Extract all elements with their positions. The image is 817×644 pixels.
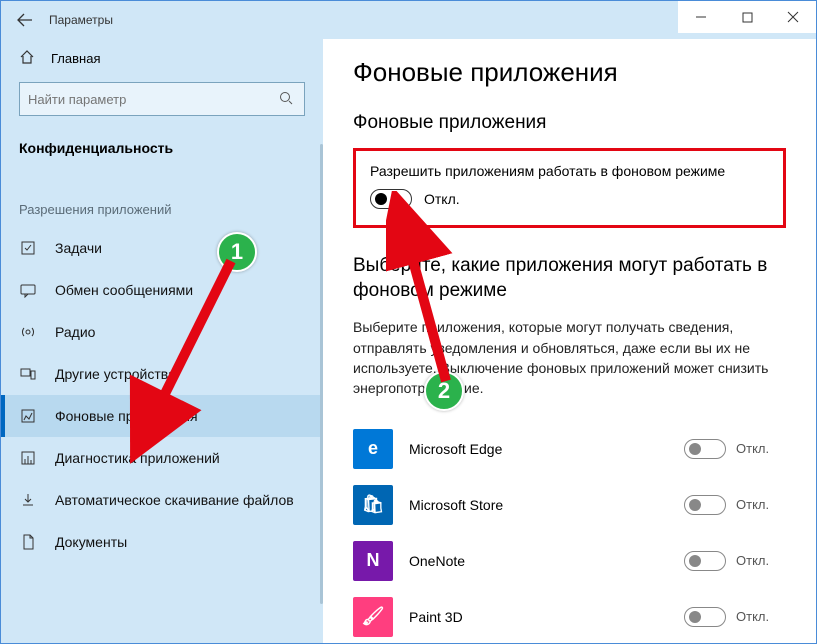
sidebar: Главная Конфиденциальность Разрешения пр…: [1, 39, 323, 643]
app-icon: 🛍: [353, 485, 393, 525]
sidebar-item-label: Фоновые приложения: [55, 408, 198, 424]
documents-icon: [19, 533, 37, 551]
body: Главная Конфиденциальность Разрешения пр…: [1, 39, 816, 643]
app-toggle[interactable]: [684, 607, 726, 627]
home-button[interactable]: Главная: [1, 39, 323, 82]
toggle-knob: [689, 555, 701, 567]
devices-icon: [19, 365, 37, 383]
back-button[interactable]: [1, 1, 49, 39]
app-name: Paint 3D: [409, 609, 684, 625]
search-box[interactable]: [19, 82, 305, 116]
page-title: Фоновые приложения: [353, 57, 786, 88]
app-toggle-wrap: Откл.: [684, 607, 786, 627]
window-controls: [678, 1, 816, 33]
home-label: Главная: [51, 51, 100, 66]
app-list: e Microsoft Edge Откл. 🛍 Microsoft Store Откл…: [353, 421, 786, 643]
sidebar-item-label: Диагностика приложений: [55, 450, 220, 466]
app-row: 🖌 Paint 3D Откл.: [353, 589, 786, 643]
app-toggle[interactable]: [684, 439, 726, 459]
settings-window: WINNOTE.RU Параметры: [0, 0, 817, 644]
master-toggle[interactable]: [370, 189, 412, 209]
toggle-knob: [689, 443, 701, 455]
search-icon: [276, 91, 296, 108]
app-name: Microsoft Store: [409, 497, 684, 513]
category-title: Конфиденциальность: [1, 134, 323, 174]
app-row: e Microsoft Edge Откл.: [353, 421, 786, 477]
search-input[interactable]: [28, 92, 276, 107]
tasks-icon: [19, 239, 37, 257]
close-icon: [787, 11, 799, 23]
sidebar-item-auto-download[interactable]: Автоматическое скачивание файлов: [1, 479, 323, 521]
app-toggle-state: Откл.: [736, 497, 776, 512]
master-toggle-row: Откл.: [370, 189, 769, 209]
arrow-left-icon: [17, 12, 33, 28]
app-toggle[interactable]: [684, 551, 726, 571]
section1-title: Фоновые приложения: [353, 112, 786, 134]
app-icon: N: [353, 541, 393, 581]
diagnostics-icon: [19, 449, 37, 467]
sidebar-item-label: Задачи: [55, 240, 102, 256]
home-icon: [19, 49, 35, 68]
sidebar-item-other-devices[interactable]: Другие устройства: [1, 353, 323, 395]
sidebar-item-documents[interactable]: Документы: [1, 521, 323, 563]
section2-description: Выберите приложения, которые могут получ…: [353, 317, 773, 398]
app-toggle[interactable]: [684, 495, 726, 515]
app-toggle-wrap: Откл.: [684, 439, 786, 459]
maximize-icon: [742, 12, 753, 23]
sidebar-item-app-diagnostics[interactable]: Диагностика приложений: [1, 437, 323, 479]
content-pane: Фоновые приложения Фоновые приложения Ра…: [323, 39, 816, 643]
app-icon: e: [353, 429, 393, 469]
maximize-button[interactable]: [724, 1, 770, 33]
master-toggle-state: Откл.: [424, 191, 460, 207]
background-apps-icon: [19, 407, 37, 425]
sidebar-item-label: Другие устройства: [55, 366, 176, 382]
master-toggle-label: Разрешить приложениям работать в фоновом…: [370, 163, 769, 179]
close-button[interactable]: [770, 1, 816, 33]
radio-icon: [19, 323, 37, 341]
app-icon: 🖌: [353, 597, 393, 637]
app-row: 🛍 Microsoft Store Откл.: [353, 477, 786, 533]
minimize-button[interactable]: [678, 1, 724, 33]
sidebar-item-messaging[interactable]: Обмен сообщениями: [1, 269, 323, 311]
app-toggle-state: Откл.: [736, 609, 776, 624]
app-toggle-wrap: Откл.: [684, 495, 786, 515]
toggle-knob: [689, 499, 701, 511]
sidebar-item-radio[interactable]: Радио: [1, 311, 323, 353]
sidebar-item-tasks[interactable]: Задачи: [1, 227, 323, 269]
messaging-icon: [19, 281, 37, 299]
annotation-highlight-box: Разрешить приложениям работать в фоновом…: [353, 148, 786, 228]
titlebar: Параметры: [1, 1, 816, 39]
sidebar-item-label: Обмен сообщениями: [55, 282, 193, 298]
app-name: Microsoft Edge: [409, 441, 684, 457]
toggle-knob: [375, 193, 387, 205]
sidebar-item-label: Документы: [55, 534, 127, 550]
section-label: Разрешения приложений: [1, 174, 323, 227]
app-toggle-wrap: Откл.: [684, 551, 786, 571]
minimize-icon: [695, 11, 707, 23]
window-title: Параметры: [49, 13, 113, 27]
app-row: N OneNote Откл.: [353, 533, 786, 589]
app-name: OneNote: [409, 553, 684, 569]
sidebar-item-label: Радио: [55, 324, 95, 340]
download-icon: [19, 491, 37, 509]
sidebar-item-label: Автоматическое скачивание файлов: [55, 492, 294, 508]
sidebar-item-background-apps[interactable]: Фоновые приложения: [1, 395, 323, 437]
section2-title: Выберите, какие приложения могут работат…: [353, 254, 783, 303]
app-toggle-state: Откл.: [736, 553, 776, 568]
app-toggle-state: Откл.: [736, 441, 776, 456]
toggle-knob: [689, 611, 701, 623]
